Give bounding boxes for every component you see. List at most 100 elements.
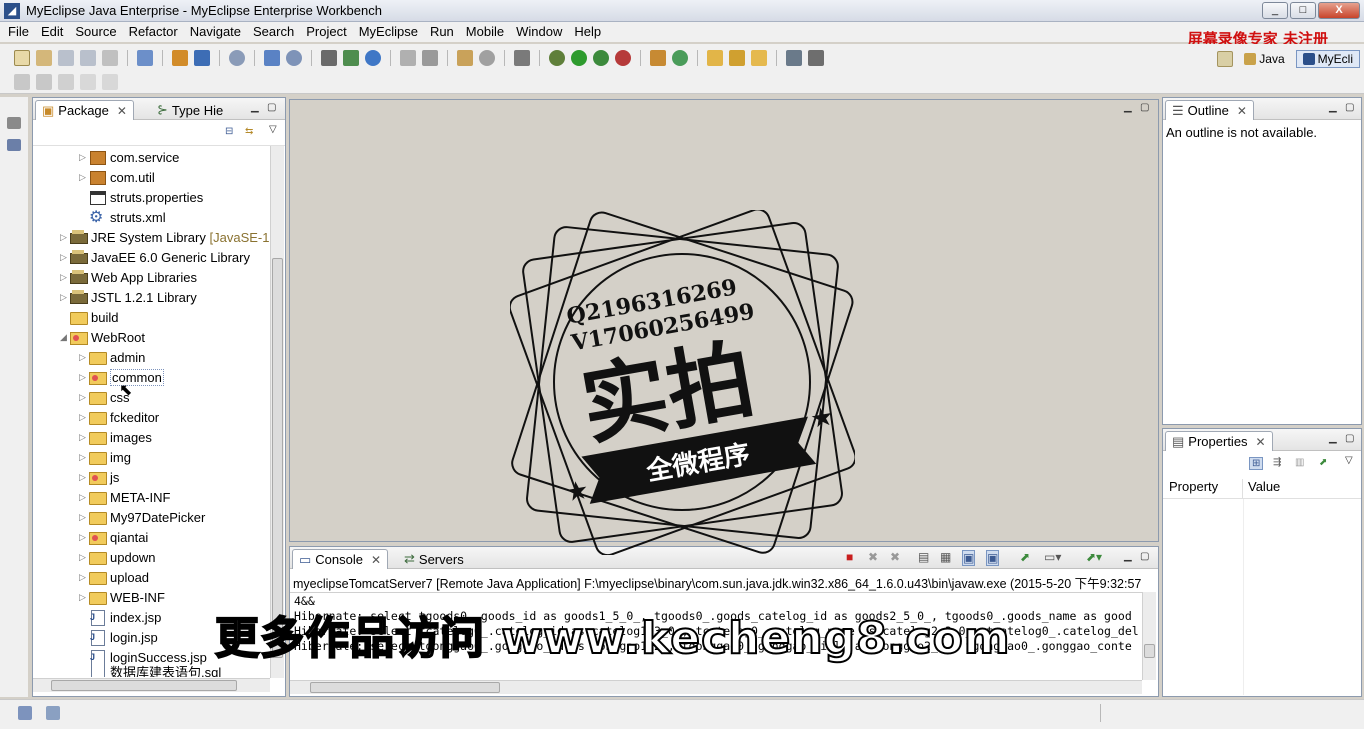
expand-arrow-icon[interactable]: ▷: [79, 392, 89, 403]
stop-external-icon[interactable]: [615, 50, 631, 66]
scrollbar-thumb[interactable]: [1144, 644, 1155, 658]
minimize-editor-icon[interactable]: ▁: [1124, 102, 1132, 113]
tree-item[interactable]: ▷ images: [79, 427, 152, 447]
close-button[interactable]: X: [1318, 2, 1360, 19]
run-config-icon[interactable]: [593, 50, 609, 66]
expand-arrow-icon[interactable]: ▷: [79, 412, 89, 423]
maximize-view-icon[interactable]: ▢: [1345, 102, 1354, 113]
search-icon[interactable]: [286, 50, 302, 66]
tab-console[interactable]: ▭ Console ✕: [292, 549, 389, 569]
minimize-button[interactable]: _: [1262, 2, 1288, 19]
tree-item[interactable]: ◢ WebRoot: [60, 327, 145, 347]
sync-icon[interactable]: [672, 50, 688, 66]
collapse-arrow-icon[interactable]: ◢: [60, 332, 70, 343]
gift-icon[interactable]: [650, 50, 666, 66]
phone-icon[interactable]: [786, 50, 802, 66]
menu-mobile[interactable]: Mobile: [460, 22, 510, 42]
tree-item[interactable]: ▷ updown: [79, 547, 156, 567]
expand-arrow-icon[interactable]: ▷: [79, 172, 89, 183]
clear-console-icon[interactable]: ▤: [918, 550, 929, 564]
fast-view-icon[interactable]: [18, 706, 32, 720]
jar-icon[interactable]: [172, 50, 188, 66]
menu-source[interactable]: Source: [69, 22, 122, 42]
tree-item[interactable]: ▷ js: [79, 467, 119, 487]
tree-item[interactable]: ▷ META-INF: [79, 487, 170, 507]
tree-item[interactable]: ▷ WEB-INF: [79, 587, 165, 607]
menu-file[interactable]: File: [2, 22, 35, 42]
restore-icon[interactable]: [7, 117, 21, 129]
minimize-view-icon[interactable]: ▁: [251, 102, 259, 113]
tree-item[interactable]: struts.xml: [79, 207, 166, 227]
tab-servers[interactable]: ⇄ Servers: [398, 549, 470, 569]
menu-search[interactable]: Search: [247, 22, 300, 42]
brush-icon[interactable]: [729, 50, 745, 66]
web-service-icon[interactable]: [229, 50, 245, 66]
filter-icon[interactable]: ⇶: [1273, 457, 1281, 468]
tree-item[interactable]: ▷ qiantai: [79, 527, 148, 547]
link-editor-icon[interactable]: ⇆: [245, 126, 253, 137]
tree-item[interactable]: ▷ JavaEE 6.0 Generic Library: [60, 247, 250, 267]
scrollbar-thumb[interactable]: [310, 682, 500, 693]
expand-arrow-icon[interactable]: ▷: [79, 512, 89, 523]
maximize-button[interactable]: □: [1290, 2, 1316, 19]
server-icon[interactable]: [343, 50, 359, 66]
close-tab-icon[interactable]: ✕: [1256, 435, 1266, 449]
expand-arrow-icon[interactable]: ▷: [60, 292, 70, 303]
run-icon[interactable]: [571, 50, 587, 66]
scrollbar-thumb[interactable]: [272, 258, 283, 658]
tree-item[interactable]: index.jsp: [79, 607, 161, 627]
remove-all-icon[interactable]: ✖: [890, 550, 900, 564]
deploy-icon[interactable]: [321, 50, 337, 66]
expand-arrow-icon[interactable]: ▷: [79, 552, 89, 563]
forward-icon[interactable]: [102, 74, 118, 90]
image-view-icon[interactable]: [7, 139, 21, 151]
tab-properties[interactable]: ▤ Properties ✕: [1165, 431, 1273, 451]
tree-item[interactable]: ▷ fckeditor: [79, 407, 159, 427]
expand-arrow-icon[interactable]: ▷: [79, 472, 89, 483]
maximize-view-icon[interactable]: ▢: [1140, 551, 1149, 562]
close-tab-icon[interactable]: ✕: [1237, 104, 1247, 118]
package-horizontal-scrollbar[interactable]: [33, 678, 270, 692]
browser-icon[interactable]: [365, 50, 381, 66]
debug-icon[interactable]: [549, 50, 565, 66]
menu-edit[interactable]: Edit: [35, 22, 69, 42]
expand-arrow-icon[interactable]: ▷: [79, 532, 89, 543]
tree-item[interactable]: ▷ JRE System Library [JavaSE-1.: [60, 227, 273, 247]
restore-default-icon[interactable]: ⬈: [1319, 457, 1327, 468]
next-annotation-icon[interactable]: [14, 74, 30, 90]
tree-item[interactable]: ▷ My97DatePicker: [79, 507, 205, 527]
uml-icon[interactable]: [457, 50, 473, 66]
tab-outline[interactable]: ☰ Outline ✕: [1165, 100, 1254, 120]
pin-console-icon[interactable]: ⬈: [1020, 550, 1030, 564]
open-folder-icon[interactable]: [707, 50, 723, 66]
scroll-lock-icon[interactable]: ▦: [940, 550, 951, 564]
show-stderr-icon[interactable]: ▣: [986, 550, 1000, 566]
display-console-icon[interactable]: ▭▾: [1044, 550, 1061, 564]
expand-arrow-icon[interactable]: ▷: [79, 592, 89, 603]
expand-arrow-icon[interactable]: ▷: [79, 452, 89, 463]
tree-item[interactable]: ▷ admin: [79, 347, 145, 367]
print-icon[interactable]: [102, 50, 118, 66]
menu-myeclipse[interactable]: MyEclipse: [353, 22, 424, 42]
monitor-icon[interactable]: [479, 50, 495, 66]
collapse-all-icon[interactable]: ⊟: [225, 126, 233, 137]
tree-item[interactable]: loginSuccess.jsp: [79, 647, 207, 667]
back-icon[interactable]: [80, 74, 96, 90]
menu-refactor[interactable]: Refactor: [123, 22, 184, 42]
maximize-view-icon[interactable]: ▢: [267, 102, 276, 113]
hand-icon[interactable]: [400, 50, 416, 66]
minimize-view-icon[interactable]: ▁: [1329, 102, 1337, 113]
tree-item[interactable]: struts.properties: [79, 187, 203, 207]
advanced-icon[interactable]: ▥: [1295, 457, 1304, 468]
close-tab-icon[interactable]: ✕: [117, 104, 127, 118]
tree-item[interactable]: login.jsp: [79, 627, 158, 647]
view-menu-icon[interactable]: ▽: [269, 124, 277, 135]
expand-arrow-icon[interactable]: ▷: [79, 372, 89, 383]
new-class-icon[interactable]: [264, 50, 280, 66]
task-icon[interactable]: [46, 706, 60, 720]
show-stdout-icon[interactable]: ▣: [962, 550, 976, 566]
close-tab-icon[interactable]: ✕: [371, 553, 381, 567]
maximize-view-icon[interactable]: ▢: [1345, 433, 1354, 444]
tab-type-hierarchy[interactable]: ⊱ Type Hie: [151, 100, 229, 120]
open-perspective-icon[interactable]: [137, 50, 153, 66]
